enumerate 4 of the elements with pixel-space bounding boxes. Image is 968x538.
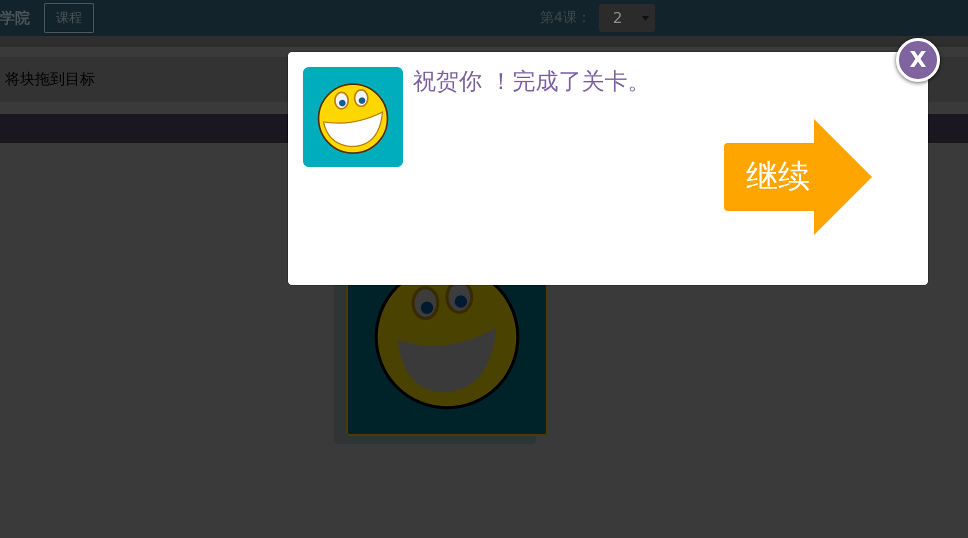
caret-icon <box>642 16 649 20</box>
smiley-icon <box>303 67 403 167</box>
congratulation-message: 祝贺你 ！完成了关卡。 <box>413 68 652 97</box>
lesson-select[interactable]: 2 <box>598 4 655 32</box>
